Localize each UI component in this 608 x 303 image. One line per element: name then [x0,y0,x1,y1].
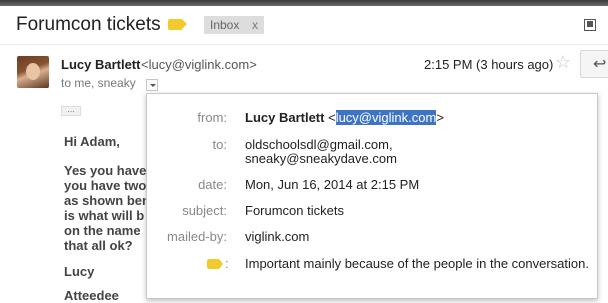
mailed-by-label: mailed-by: [167,229,227,244]
inbox-label-text: Inbox [210,18,240,32]
to-line[interactable]: oldschoolsdl@gmail.com, [245,137,393,152]
header-divider [0,44,608,45]
subject-value: Forumcon tickets [245,203,344,218]
date-label: date: [198,177,227,192]
from-gt: > [436,110,444,125]
reply-icon: ↩ [593,56,607,73]
from-email-selected[interactable]: lucy@viglink.com [335,110,437,125]
importance-marker-icon [207,259,223,269]
body-line: is what will b [64,208,145,223]
details-mailed-by-row: mailed-by: viglink.com [147,229,597,245]
details-importance-row: : Important mainly because of the people… [147,256,597,272]
sender-email: <lucy@viglink.com> [141,57,257,72]
mailed-by-value: viglink.com [245,229,310,244]
body-line: that all ok? [64,238,133,253]
show-trimmed-content-button[interactable]: ... [61,105,81,116]
print-icon[interactable] [584,19,596,31]
details-subject-row: subject: Forumcon tickets [147,203,597,219]
recipients-summary: to me, sneaky [61,76,136,90]
subject-label: subject: [182,203,227,218]
sender-avatar [17,56,49,88]
remove-label-icon[interactable]: x [252,18,258,32]
body-line: you have two [64,178,147,193]
body-line: Lucy [64,264,95,279]
body-line: Hi Adam, [64,134,120,149]
importance-marker-icon[interactable] [168,19,187,30]
details-date-row: date: Mon, Jun 16, 2014 at 2:15 PM [147,177,597,193]
table-header-cell: Atteedee [64,288,119,303]
importance-colon: : [225,256,229,271]
details-from-row: from: Lucy Bartlett <lucy@viglink.com> [147,110,597,126]
message-details-popup: from: Lucy Bartlett <lucy@viglink.com> t… [146,93,598,299]
body-line: as shown ben [64,193,150,208]
from-lt: < [328,110,336,125]
email-timestamp: 2:15 PM (3 hours ago) [424,57,554,72]
email-subject: Forumcon tickets [16,14,161,35]
to-label: to: [212,137,227,152]
importance-reason: Important mainly because of the people i… [245,256,589,271]
body-line: Yes you have [64,163,147,178]
show-details-toggle[interactable] [146,79,158,91]
reply-button[interactable]: ↩ [580,50,608,78]
from-label: from: [197,110,227,125]
body-line: on the name [64,223,141,238]
to-line[interactable]: sneaky@sneakydave.com [245,151,397,166]
table-header-row: Atteedee [64,288,119,303]
from-name: Lucy Bartlett [245,110,325,125]
subject-row: Forumcon tickets Inbox x [0,6,608,44]
details-to-row: to: oldschoolsdl@gmail.com, sneaky@sneak… [147,137,597,169]
star-icon[interactable]: ☆ [555,52,571,73]
date-value: Mon, Jun 16, 2014 at 2:15 PM [245,177,420,192]
inbox-label-chip[interactable]: Inbox x [204,16,264,34]
from-value: Lucy Bartlett <lucy@viglink.com> [245,110,444,125]
sender-name[interactable]: Lucy Bartlett [61,57,140,72]
